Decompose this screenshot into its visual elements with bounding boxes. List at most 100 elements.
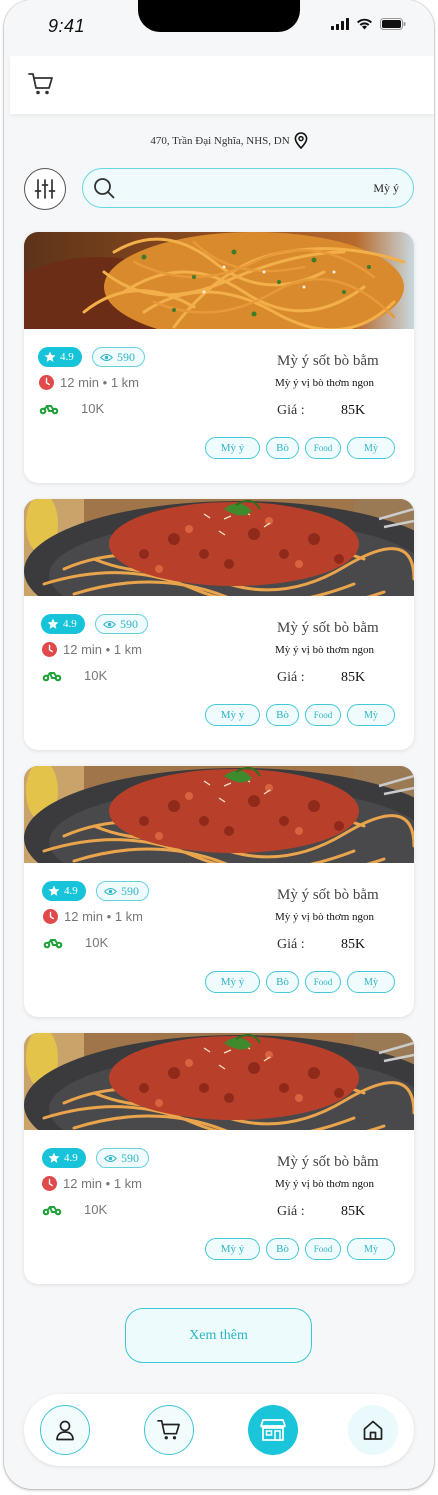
rating-badge: 4.9	[42, 881, 86, 901]
food-card[interactable]: 4.9 590 12 min • 1 km 10K Mỳ ý sốt bò bằ…	[24, 232, 414, 483]
nav-profile-button[interactable]	[40, 1405, 90, 1455]
store-icon	[260, 1419, 286, 1441]
nav-cart-button[interactable]	[144, 1405, 194, 1455]
star-icon	[47, 618, 59, 629]
price-value: 85K	[341, 937, 366, 952]
load-more-button[interactable]: Xem thêm	[125, 1308, 312, 1363]
status-icons	[331, 18, 406, 30]
tag[interactable]: Mỳ	[347, 971, 395, 993]
address-text: 470, Trần Đại Nghĩa, NHS, DN	[150, 134, 290, 147]
food-description: Mỳ ý vị bò thơm ngon	[275, 911, 375, 923]
tag[interactable]: Mỳ ý	[205, 1238, 260, 1260]
nav-home-button[interactable]	[348, 1405, 398, 1455]
eye-icon	[103, 620, 116, 628]
ship-fee-value: 10K	[81, 401, 105, 416]
top-header	[10, 56, 434, 114]
views-count: 590	[117, 349, 135, 364]
time-value: 12 min	[63, 1176, 103, 1191]
search-value: Mỳ ý	[373, 180, 399, 195]
tag-list: Mỳ ý Bò Food Mỳ	[205, 437, 395, 459]
location-pin-icon	[294, 132, 308, 149]
views-badge: 590	[96, 1148, 149, 1168]
tag-list: Mỳ ý Bò Food Mỳ	[205, 1238, 395, 1260]
ship-fee-value: 10K	[85, 935, 109, 950]
delivery-time: 12 min • 1 km	[43, 909, 143, 924]
tag[interactable]: Mỳ ý	[205, 437, 260, 459]
tag[interactable]: Mỳ	[347, 1238, 395, 1260]
views-count: 590	[121, 1150, 139, 1165]
views-badge: 590	[96, 881, 149, 901]
tag[interactable]: Bò	[266, 704, 299, 726]
views-badge: 590	[95, 614, 148, 634]
distance-value: 1 km	[110, 375, 139, 390]
distance-value: 1 km	[114, 909, 143, 924]
food-info: 4.9 590 12 min • 1 km 10K Mỳ ý sốt bò bằ…	[24, 1130, 414, 1284]
motorbike-icon	[42, 1205, 62, 1215]
filter-button[interactable]	[24, 168, 66, 210]
food-name: Mỳ ý sốt bò bằm	[277, 887, 379, 903]
eye-icon	[104, 887, 117, 895]
status-bar: 9:41	[4, 0, 434, 52]
eye-icon	[104, 1154, 117, 1162]
time-value: 12 min	[63, 642, 103, 657]
price-value: 85K	[341, 403, 366, 418]
tag[interactable]: Mỳ	[347, 437, 395, 459]
rating-value: 4.9	[64, 1152, 78, 1164]
clock-icon	[43, 909, 58, 924]
views-count: 590	[120, 616, 138, 631]
tag-list: Mỳ ý Bò Food Mỳ	[205, 971, 395, 993]
tag[interactable]: Food	[305, 437, 341, 459]
motorbike-icon	[42, 671, 62, 681]
food-card[interactable]: 4.9 590 12 min • 1 km 10K Mỳ ý sốt bò bằ…	[24, 1033, 414, 1284]
clock-icon	[42, 642, 57, 657]
food-image	[24, 499, 414, 596]
delivery-address[interactable]: 470, Trần Đại Nghĩa, NHS, DN	[4, 132, 434, 149]
tag[interactable]: Bò	[266, 437, 299, 459]
shipping-fee: 10K	[42, 1202, 107, 1217]
food-info: 4.9 590 12 min • 1 km 10K Mỳ ý sốt bò bằ…	[24, 596, 414, 750]
food-image	[24, 766, 414, 863]
search-input[interactable]: Mỳ ý	[82, 168, 414, 208]
food-description: Mỳ ý vị bò thơm ngon	[275, 644, 375, 656]
price-label: Giá :	[277, 670, 305, 685]
price-label: Giá :	[277, 1204, 305, 1219]
tag[interactable]: Food	[305, 1238, 341, 1260]
motorbike-icon	[39, 404, 59, 414]
delivery-time: 12 min • 1 km	[42, 642, 142, 657]
tag[interactable]: Food	[305, 971, 341, 993]
food-card[interactable]: 4.9 590 12 min • 1 km 10K Mỳ ý sốt bò bằ…	[24, 766, 414, 1017]
notch	[138, 0, 300, 32]
ship-fee-value: 10K	[84, 1202, 108, 1217]
price-value: 85K	[341, 670, 366, 685]
food-name: Mỳ ý sốt bò bằm	[277, 620, 379, 636]
tag[interactable]: Food	[305, 704, 341, 726]
tag[interactable]: Mỳ ý	[205, 971, 260, 993]
food-description: Mỳ ý vị bò thơm ngon	[275, 1178, 375, 1190]
distance-value: 1 km	[113, 642, 142, 657]
tag[interactable]: Bò	[266, 1238, 299, 1260]
battery-icon	[380, 18, 406, 30]
tag[interactable]: Mỳ ý	[205, 704, 260, 726]
food-card[interactable]: 4.9 590 12 min • 1 km 10K Mỳ ý sốt bò bằ…	[24, 499, 414, 750]
home-icon	[363, 1420, 383, 1440]
star-icon	[48, 1152, 60, 1163]
food-name: Mỳ ý sốt bò bằm	[277, 353, 379, 369]
tag[interactable]: Bò	[266, 971, 299, 993]
star-icon	[48, 885, 60, 896]
cart-icon	[157, 1420, 180, 1440]
shipping-fee: 10K	[43, 935, 108, 950]
rating-badge: 4.9	[38, 347, 82, 367]
time-value: 12 min	[64, 909, 104, 924]
food-image	[24, 232, 414, 329]
rating-badge: 4.9	[41, 614, 85, 634]
rating-value: 4.9	[64, 885, 78, 897]
time-value: 12 min	[60, 375, 100, 390]
header-cart-button[interactable]	[28, 72, 54, 101]
ship-fee-value: 10K	[84, 668, 108, 683]
price-label: Giá :	[277, 403, 305, 418]
wifi-icon	[357, 18, 372, 30]
signal-icon	[331, 18, 349, 30]
tag[interactable]: Mỳ	[347, 704, 395, 726]
nav-store-button[interactable]	[248, 1405, 298, 1455]
eye-icon	[100, 353, 113, 361]
